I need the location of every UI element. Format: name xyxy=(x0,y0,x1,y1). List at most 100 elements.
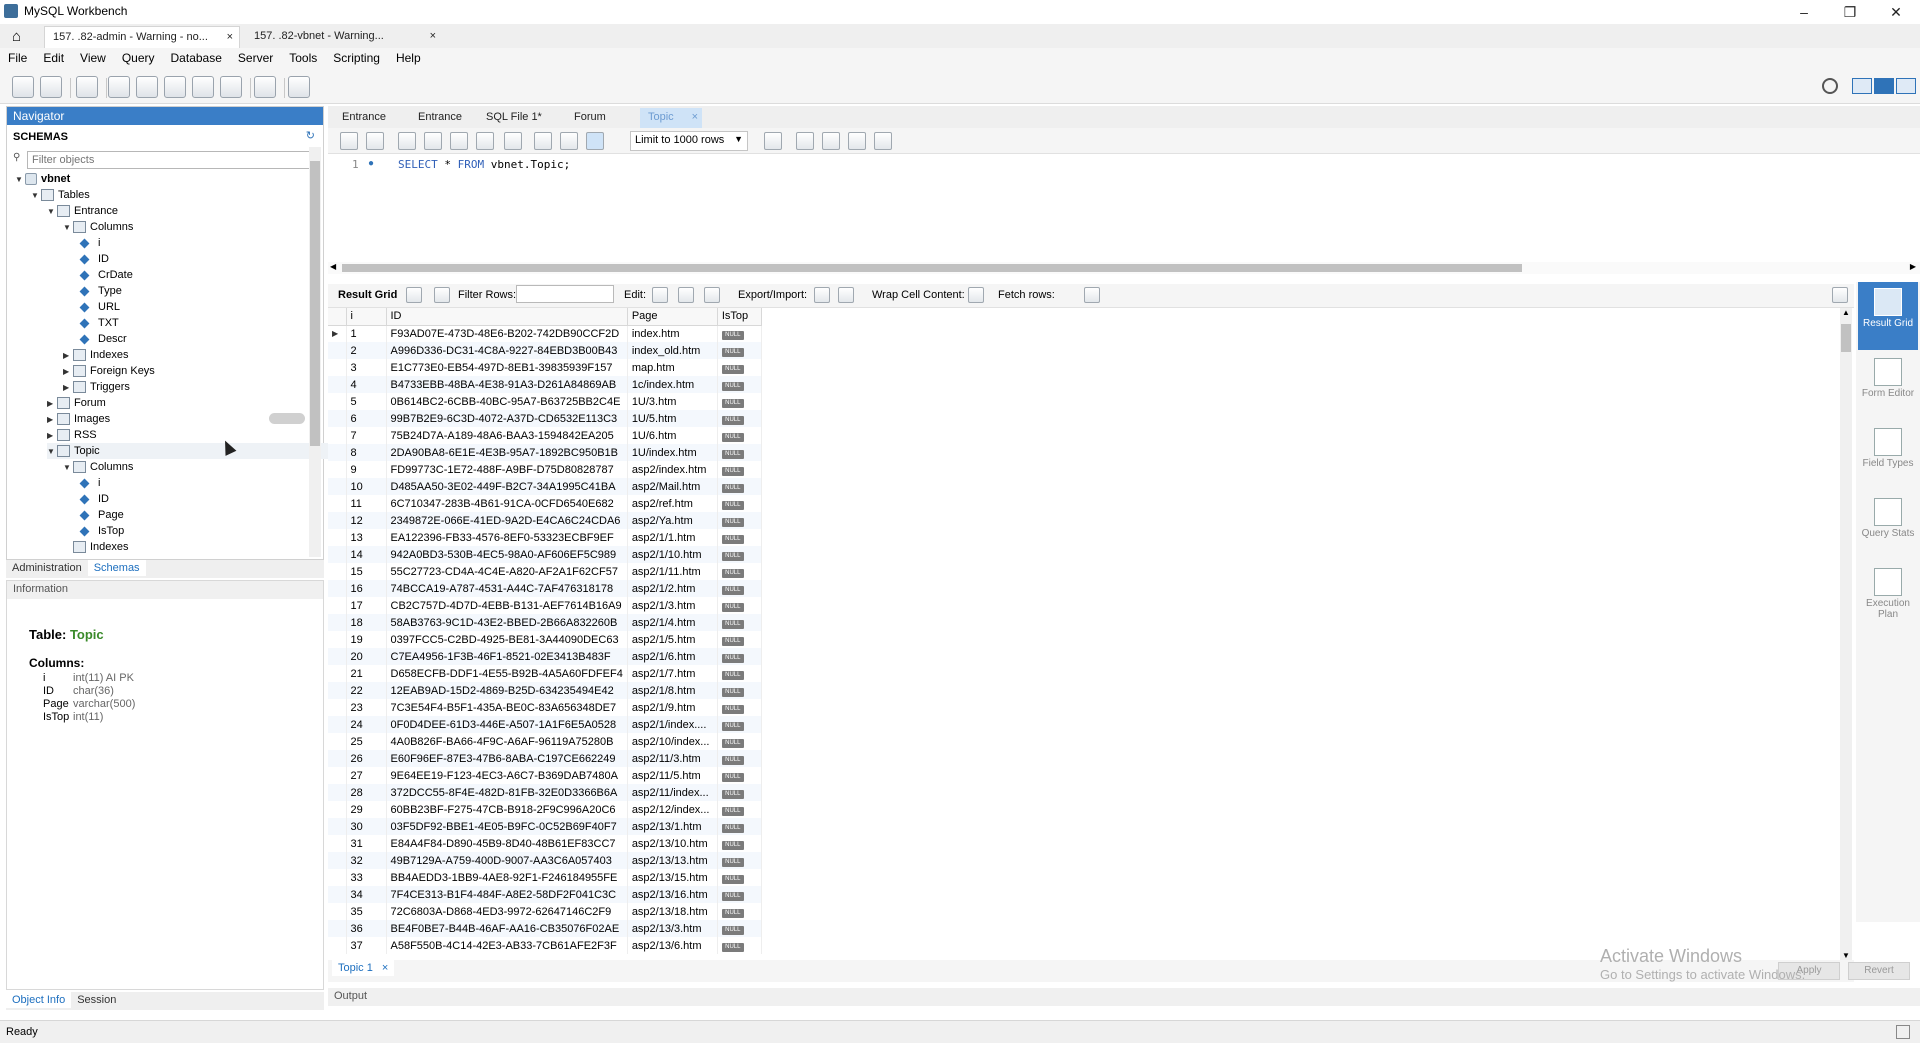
column-header-i[interactable]: i xyxy=(346,308,387,326)
table-row[interactable]: 20 C7EA4956-1F3B-46F1-8521-02E3413B483F as… xyxy=(328,648,762,665)
cell-istop[interactable]: NULL xyxy=(717,767,762,784)
cell-i[interactable]: 28 xyxy=(346,784,387,801)
row-selector[interactable] xyxy=(328,393,347,410)
row-selector[interactable] xyxy=(328,597,347,614)
grid-vscrollbar[interactable]: ▲ ▼ xyxy=(1840,308,1852,960)
cell-istop[interactable]: NULL xyxy=(717,444,762,461)
cell-id[interactable]: 58AB3763-9C1D-43E2-BBED-2B66A832260B xyxy=(386,614,628,631)
cell-istop[interactable]: NULL xyxy=(717,835,762,852)
cell-id[interactable]: 03F5DF92-BBE1-4E05-B9FC-0C52B69F40F7 xyxy=(386,818,628,835)
row-selector[interactable] xyxy=(328,410,347,427)
cell-id[interactable]: EA122396-FB33-4576-8EF0-53323ECBF9EF xyxy=(386,529,628,546)
cell-page[interactable]: asp2/1/7.htm xyxy=(627,665,718,682)
row-selector[interactable] xyxy=(328,852,347,869)
cell-i[interactable]: 5 xyxy=(346,393,387,410)
cell-page[interactable]: index_old.htm xyxy=(627,342,718,359)
chevron-right-icon[interactable]: ▶ xyxy=(63,348,73,364)
inspector-icon[interactable] xyxy=(76,76,98,98)
wrap-cell-icon[interactable] xyxy=(968,287,984,303)
cell-id[interactable]: 4A0B826F-BA66-4F9C-A6AF-96119A75280B xyxy=(386,733,628,750)
cell-istop[interactable]: NULL xyxy=(717,716,762,733)
tab-sql-file-1[interactable]: SQL File 1* xyxy=(478,108,550,128)
row-selector[interactable] xyxy=(328,682,347,699)
row-selector[interactable] xyxy=(328,563,347,580)
row-selector[interactable] xyxy=(328,886,347,903)
save-icon[interactable] xyxy=(366,132,384,150)
cell-id[interactable]: F93AD07E-473D-48E6-B202-742DB90CCF2D xyxy=(386,325,628,342)
cell-istop[interactable]: NULL xyxy=(717,665,762,682)
tab-session[interactable]: Session xyxy=(71,992,122,1008)
cell-i[interactable]: 11 xyxy=(346,495,387,512)
table-row[interactable]: 28 372DCC55-8F4E-482D-81FB-32E0D3366B6A as… xyxy=(328,784,762,801)
cell-i[interactable]: 29 xyxy=(346,801,387,818)
cell-page[interactable]: map.htm xyxy=(627,359,718,376)
chevron-right-icon[interactable]: ▶ xyxy=(63,380,73,396)
cell-i[interactable]: 23 xyxy=(346,699,387,716)
cell-istop[interactable]: NULL xyxy=(717,342,762,359)
table-row[interactable]: 7 75B24D7A-A189-48A6-BAA3-1594842EA205 1U/… xyxy=(328,427,762,444)
cell-i[interactable]: 16 xyxy=(346,580,387,597)
menu-scripting[interactable]: Scripting xyxy=(325,48,388,68)
home-icon[interactable]: ⌂ xyxy=(12,28,21,45)
row-selector[interactable] xyxy=(328,903,347,920)
editor-hscrollbar[interactable]: ◀ ▶ xyxy=(328,262,1920,274)
cell-page[interactable]: asp2/10/index... xyxy=(627,733,718,750)
import-icon[interactable] xyxy=(838,287,854,303)
chevron-right-icon[interactable]: ▶ xyxy=(47,428,57,444)
table-row[interactable]: 17 CB2C757D-4D7D-4EBB-B131-AEF7614B16A9 as… xyxy=(328,597,762,614)
cell-id[interactable]: FD99773C-1E72-488F-A9BF-D75D80828787 xyxy=(386,461,628,478)
result-tab-topic-1[interactable]: Topic 1 × xyxy=(332,960,395,976)
tree-item[interactable]: Type xyxy=(79,283,122,299)
cell-i[interactable]: 22 xyxy=(346,682,387,699)
table-row[interactable]: 31 E84A4F84-D890-45B9-8D40-48B61EF83CC7 as… xyxy=(328,835,762,852)
cell-istop[interactable]: NULL xyxy=(717,750,762,767)
cell-i[interactable]: 1 xyxy=(346,325,387,342)
menu-server[interactable]: Server xyxy=(230,48,281,68)
table-row[interactable]: 18 58AB3763-9C1D-43E2-BBED-2B66A832260B as… xyxy=(328,614,762,631)
cell-page[interactable]: asp2/1/9.htm xyxy=(627,699,718,716)
cell-page[interactable]: asp2/13/16.htm xyxy=(627,886,718,903)
cell-istop[interactable]: NULL xyxy=(717,920,762,937)
table-row[interactable]: 24 0F0D4DEE-61D3-446E-A507-1A1F6E5A0528 as… xyxy=(328,716,762,733)
table-row[interactable]: 30 03F5DF92-BBE1-4E05-B9FC-0C52B69F40F7 as… xyxy=(328,818,762,835)
column-header-page[interactable]: Page xyxy=(627,308,718,326)
cell-page[interactable]: index.htm xyxy=(627,325,718,342)
query-stats-button[interactable]: Query Stats xyxy=(1858,492,1918,560)
connection-tab-vbnet[interactable]: 157. .82-vbnet - Warning... × xyxy=(246,26,442,48)
cell-id[interactable]: D485AA50-3E02-449F-B2C7-34A1995C41BA xyxy=(386,478,628,495)
cell-istop[interactable]: NULL xyxy=(717,495,762,512)
cell-id[interactable]: 942A0BD3-530B-4EC5-98A0-AF606EF5C989 xyxy=(386,546,628,563)
cell-id[interactable]: 60BB23BF-F275-47CB-B918-2F9C996A20C6 xyxy=(386,801,628,818)
beautify-icon[interactable] xyxy=(796,132,814,150)
refresh-schemas-icon[interactable]: ↻ xyxy=(306,129,315,142)
cell-page[interactable]: asp2/1/2.htm xyxy=(627,580,718,597)
close-tab-icon[interactable]: × xyxy=(430,30,436,42)
tree-item[interactable]: Descr xyxy=(79,331,127,347)
cell-page[interactable]: asp2/13/15.htm xyxy=(627,869,718,886)
table-row[interactable]: 10 D485AA50-3E02-449F-B2C7-34A1995C41BA as… xyxy=(328,478,762,495)
cell-istop[interactable]: NULL xyxy=(717,597,762,614)
cell-istop[interactable]: NULL xyxy=(717,648,762,665)
row-selector[interactable] xyxy=(328,733,347,750)
reconnect-icon[interactable] xyxy=(288,76,310,98)
create-procedure-icon[interactable] xyxy=(192,76,214,98)
tab-forum[interactable]: Forum xyxy=(566,108,614,128)
cell-istop[interactable]: NULL xyxy=(717,631,762,648)
tree-item[interactable]: ▶ RSS xyxy=(47,427,97,443)
cell-id[interactable]: BE4F0BE7-B44B-46AF-AA16-CB35076F02AE xyxy=(386,920,628,937)
row-selector[interactable] xyxy=(328,614,347,631)
cell-i[interactable]: 34 xyxy=(346,886,387,903)
tab-topic[interactable]: Topic × xyxy=(640,108,702,128)
cell-id[interactable]: 0397FCC5-C2BD-4925-BE81-3A44090DEC63 xyxy=(386,631,628,648)
row-selector[interactable]: ▶ xyxy=(328,325,347,342)
row-selector[interactable] xyxy=(328,699,347,716)
scroll-left-icon[interactable]: ◀ xyxy=(330,262,336,271)
cell-istop[interactable]: NULL xyxy=(717,733,762,750)
chevron-down-icon[interactable]: ▼ xyxy=(47,204,57,220)
table-row[interactable]: 29 60BB23BF-F275-47CB-B918-2F9C996A20C6 as… xyxy=(328,801,762,818)
cell-page[interactable]: asp2/1/6.htm xyxy=(627,648,718,665)
table-row[interactable]: 36 BE4F0BE7-B44B-46AF-AA16-CB35076F02AE as… xyxy=(328,920,762,937)
tree-item[interactable]: ▶ Foreign Keys xyxy=(63,363,155,379)
row-selector[interactable] xyxy=(328,461,347,478)
menu-edit[interactable]: Edit xyxy=(35,48,72,68)
